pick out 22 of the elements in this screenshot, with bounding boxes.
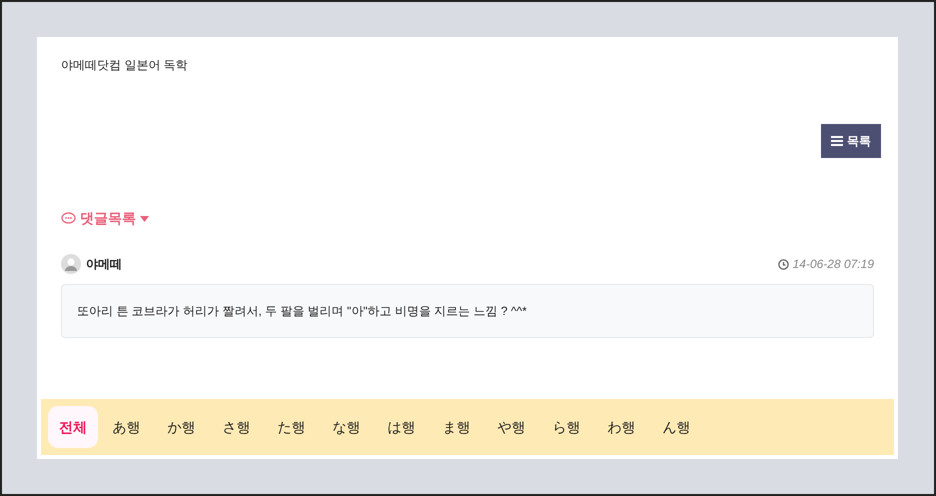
speech-bubble-icon xyxy=(61,212,76,225)
kana-row-tab[interactable]: ん행 xyxy=(650,406,703,448)
caret-icon xyxy=(140,216,149,222)
kana-row-tab[interactable]: わ행 xyxy=(595,406,648,448)
comment-time: 14-06-28 07:19 xyxy=(792,256,874,273)
list-icon xyxy=(831,136,843,146)
kana-row-tab[interactable]: 전체 xyxy=(48,406,98,448)
page-title: 야메떼닷컴 일본어 독학 xyxy=(60,57,189,74)
kana-row-tab[interactable]: や행 xyxy=(485,406,538,448)
comment-text: 또아리 튼 코브라가 허리가 짤려서, 두 팔을 벌리며 "아"하고 비명을 지르는 느낌 ? ^^* xyxy=(61,284,874,338)
kana-row-tab[interactable]: ら행 xyxy=(540,406,593,448)
kana-row-tab[interactable]: は행 xyxy=(375,406,428,448)
avatar-icon xyxy=(61,254,81,274)
list-button[interactable]: 목록 xyxy=(821,124,881,158)
kana-row-tab[interactable]: ま행 xyxy=(430,406,483,448)
kana-row-tab[interactable]: か행 xyxy=(155,406,208,448)
comment-author: 야메떼 xyxy=(86,256,122,273)
kana-row-tab[interactable]: さ행 xyxy=(210,406,263,448)
kana-row-tab[interactable]: あ행 xyxy=(100,406,153,448)
clock-icon xyxy=(778,258,789,270)
kana-row-tab[interactable]: た행 xyxy=(265,406,318,448)
kana-row-tab[interactable]: な행 xyxy=(320,406,373,448)
